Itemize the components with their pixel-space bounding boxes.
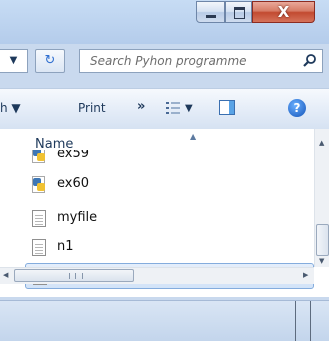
file-name: n1 (57, 239, 74, 254)
pane-splitter[interactable] (295, 301, 311, 341)
file-name: myfile (57, 210, 98, 225)
close-icon: X (277, 3, 290, 21)
details-pane (0, 300, 329, 341)
minimize-icon (206, 15, 216, 18)
address-bar: ▼ ↻ Search Pyhon programme (0, 45, 329, 79)
file-name: ex60 (57, 176, 90, 191)
file-name: ex59 (57, 150, 90, 161)
refresh-button[interactable]: ↻ (35, 49, 65, 73)
maximize-button[interactable] (225, 1, 252, 23)
search-input[interactable]: Search Pyhon programme (79, 49, 323, 73)
horizontal-scroll-thumb[interactable] (14, 269, 134, 282)
python-file-icon (32, 176, 46, 193)
scroll-right-icon[interactable]: ▶ (303, 271, 308, 279)
views-icon[interactable] (166, 101, 180, 115)
scroll-down-icon[interactable]: ▼ (319, 257, 324, 265)
maximize-icon (234, 7, 245, 19)
sort-ascending-icon: ▲ (190, 132, 197, 141)
scroll-up-icon[interactable]: ▲ (319, 139, 324, 147)
list-item[interactable]: ex59 (25, 150, 314, 166)
list-item[interactable]: myfile (25, 207, 314, 229)
close-button[interactable]: X (252, 1, 315, 23)
vertical-scrollbar[interactable]: ▲ ▼ (314, 129, 329, 267)
list-item[interactable]: n1 (25, 236, 314, 258)
text-file-icon (32, 210, 46, 227)
more-commands-button[interactable]: » (137, 99, 145, 114)
grip-icon (69, 273, 83, 279)
title-bar: X (0, 0, 329, 44)
search-placeholder: Search Pyhon programme (90, 54, 247, 68)
command-bar: h ▼ Print » ▼ ? (0, 88, 329, 130)
print-button[interactable]: Print (78, 101, 106, 115)
preview-pane-icon[interactable] (219, 100, 235, 115)
text-file-icon (32, 239, 46, 256)
scroll-left-icon[interactable]: ◀ (3, 271, 8, 279)
minimize-button[interactable] (196, 1, 225, 23)
vertical-scroll-thumb[interactable] (316, 224, 329, 256)
help-icon[interactable]: ? (288, 99, 306, 117)
horizontal-scrollbar[interactable]: ◀ ▶ (0, 267, 314, 284)
list-item[interactable]: ex60 (25, 173, 314, 195)
organize-menu[interactable]: h ▼ (0, 101, 21, 115)
views-dropdown-arrow[interactable]: ▼ (185, 103, 193, 114)
address-dropdown-button[interactable]: ▼ (0, 49, 28, 73)
search-icon[interactable] (302, 53, 318, 69)
python-file-icon (32, 150, 46, 163)
